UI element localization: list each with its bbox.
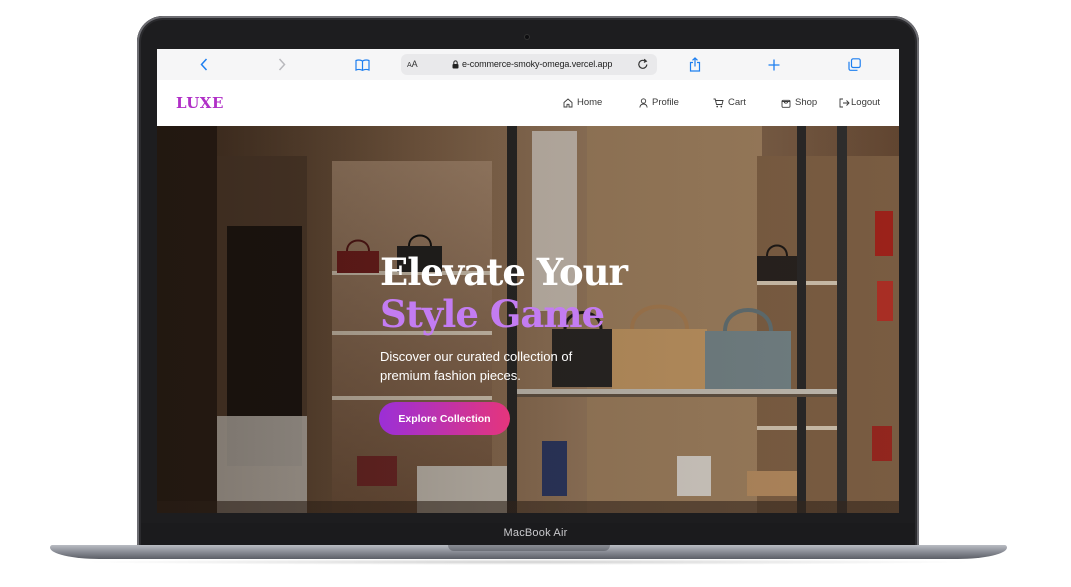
nav-cart-label: Cart [728,97,746,108]
back-button[interactable] [195,49,213,80]
explore-collection-button[interactable]: Explore Collection [379,402,510,435]
tabs-button[interactable] [845,49,863,80]
share-button[interactable] [686,49,704,80]
cart-icon [713,98,724,107]
nav-cart[interactable]: Cart [713,97,746,108]
shopping-bag-icon [781,99,791,108]
user-icon [639,97,648,108]
screen: AA e-commerce-smoky-omega.vercel.app LUX… [157,49,899,513]
nav-logout[interactable]: Logout [839,97,880,108]
new-tab-button[interactable] [765,49,783,80]
browser-toolbar: AA e-commerce-smoky-omega.vercel.app [157,49,899,81]
chevron-left-icon [200,58,208,71]
chevron-right-icon [278,58,286,71]
laptop-shadow [80,559,977,565]
hero-title-line2: Style Game [380,292,605,336]
nav-shop-label: Shop [795,97,818,108]
reload-icon[interactable] [637,58,649,70]
nav-profile[interactable]: Profile [639,97,679,108]
plus-icon [768,59,780,70]
nav-home[interactable]: Home [563,97,602,108]
book-icon [354,58,370,71]
hero-subtitle: Discover our curated collection of premi… [380,349,573,383]
site-navbar: LUXE Home Profile Cart Shop Logout [157,80,899,126]
hero-section: Elevate Your Style Game Discover our cur… [157,126,899,513]
forward-button[interactable] [273,49,291,80]
nav-shop[interactable]: Shop [781,97,817,108]
laptop-notch [448,545,610,551]
tabs-icon [847,58,861,71]
text-size-button[interactable]: AA [407,59,418,69]
address-bar[interactable]: AA e-commerce-smoky-omega.vercel.app [401,54,657,75]
nav-home-label: Home [577,97,603,108]
hero-title-line1: Elevate Your [380,250,628,294]
nav-profile-label: Profile [652,97,679,108]
share-icon [689,57,701,72]
device-label: MacBook Air [503,527,568,539]
home-icon [563,97,573,107]
site-logo[interactable]: LUXE [176,94,224,112]
camera-icon [524,34,530,40]
logout-icon [839,98,850,107]
nav-logout-label: Logout [851,97,881,108]
lock-icon [452,60,459,69]
url-text: e-commerce-smoky-omega.vercel.app [462,59,613,69]
bookmarks-button[interactable] [352,49,372,80]
